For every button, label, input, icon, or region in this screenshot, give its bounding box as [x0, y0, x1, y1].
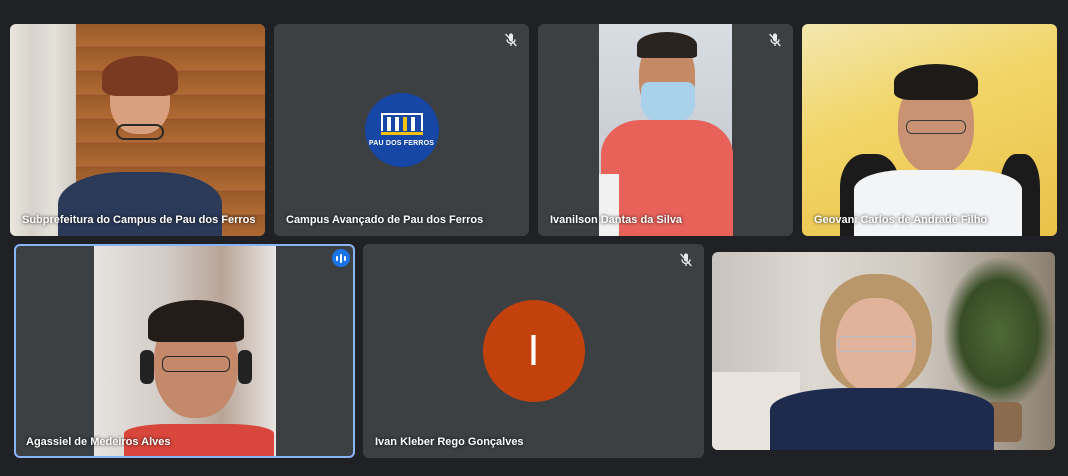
participant-name: Ivan Kleber Rego Gonçalves [375, 436, 524, 448]
participant-tile-geovani[interactable]: Geovani Carlos de Andrade Filho [802, 24, 1057, 236]
participant-video [599, 24, 733, 236]
participant-tile-ivanilson[interactable]: Ivanilson Dantas da Silva [538, 24, 793, 236]
participant-name: Agassiel de Medeiros Alves [26, 436, 171, 448]
participant-video [94, 246, 276, 456]
person-silhouette [599, 24, 733, 236]
microphone-off-icon [769, 33, 781, 47]
participant-tile-subprefeitura[interactable]: Subprefeitura do Campus de Pau dos Ferro… [10, 24, 265, 236]
participant-tile-campus-avancado[interactable]: PAU DOS FERROS Campus Avançado de Pau do… [274, 24, 529, 236]
participant-video [10, 24, 265, 236]
logo-text: PAU DOS FERROS [368, 140, 435, 147]
participant-name: Geovani Carlos de Andrade Filho [814, 214, 988, 226]
microphone-off-icon [505, 33, 517, 47]
person-silhouette [712, 252, 1055, 450]
person-silhouette [58, 56, 222, 236]
participant-name: Ivanilson Dantas da Silva [550, 214, 683, 226]
person-silhouette [94, 246, 276, 456]
person-silhouette [802, 24, 1057, 236]
campus-logo-avatar: PAU DOS FERROS [364, 93, 439, 167]
participant-tile-woman[interactable] [712, 252, 1055, 450]
participant-video [802, 24, 1057, 236]
initial-avatar: I [482, 300, 585, 402]
participant-tile-ivan-kleber[interactable]: I Ivan Kleber Rego Gonçalves [363, 244, 704, 458]
building-logo-icon [380, 113, 423, 137]
participant-video [712, 252, 1055, 450]
participant-tile-agassiel[interactable]: Agassiel de Medeiros Alves [14, 244, 355, 458]
audio-level-icon [332, 249, 350, 267]
microphone-off-icon [680, 253, 692, 267]
participant-name: Campus Avançado de Pau dos Ferros [286, 214, 484, 226]
participant-name: Subprefeitura do Campus de Pau dos Ferro… [22, 214, 256, 226]
